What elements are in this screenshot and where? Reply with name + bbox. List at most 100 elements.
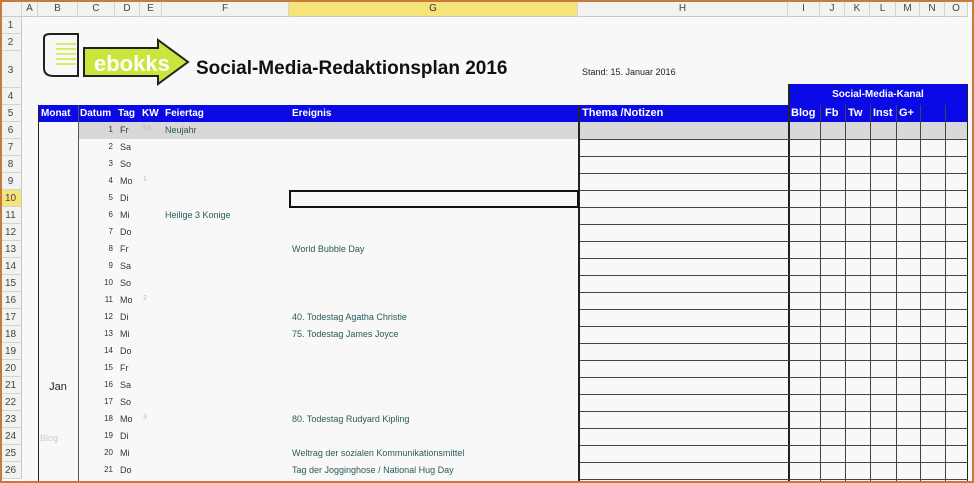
ereignis-cell: 80. Todestag Rudyard Kipling [292, 414, 410, 424]
column-header-N[interactable]: N [920, 0, 945, 17]
ereignis-cell: Weltrag der sozialen Kommunikationsmitte… [292, 448, 465, 458]
datum-cell: 5 [108, 193, 113, 202]
grid-line [580, 258, 968, 259]
tag-cell: So [120, 159, 132, 169]
tag-cell: Sa [120, 380, 132, 390]
grid-line [820, 105, 821, 483]
tag-cell: Di [120, 431, 129, 441]
header-thema-label: Thema /Notizen [582, 107, 664, 119]
row-header-18[interactable]: 18 [0, 326, 22, 343]
grid-line [578, 105, 580, 483]
row-header-5[interactable]: 5 [0, 105, 22, 122]
grid-line [580, 139, 968, 140]
column-header-H[interactable]: H [578, 0, 788, 17]
selected-cell-G10[interactable] [289, 190, 579, 208]
tag-cell: Fr [120, 363, 129, 373]
row-header-20[interactable]: 20 [0, 360, 22, 377]
grid-line [580, 292, 968, 293]
row-header-25[interactable]: 25 [0, 445, 22, 462]
row-header-23[interactable]: 23 [0, 411, 22, 428]
column-header-F[interactable]: F [162, 0, 289, 17]
datum-cell: 18 [104, 414, 113, 423]
grid-line [580, 156, 968, 157]
grid-line [845, 105, 846, 483]
row-header-2[interactable]: 2 [0, 34, 22, 51]
tag-cell: Di [120, 193, 129, 203]
column-header-E[interactable]: E [140, 0, 162, 17]
row-header-7[interactable]: 7 [0, 139, 22, 156]
header-feiertag: Feiertag [165, 108, 204, 119]
column-header-C[interactable]: C [78, 0, 115, 17]
logo: ebokks [40, 32, 190, 88]
datum-cell: 12 [104, 312, 113, 321]
row-header-1[interactable]: 1 [0, 17, 22, 34]
column-header-B[interactable]: B [38, 0, 78, 17]
select-all-corner[interactable] [0, 0, 22, 17]
row-header-13[interactable]: 13 [0, 241, 22, 258]
datum-cell: 16 [104, 380, 113, 389]
row-header-15[interactable]: 15 [0, 275, 22, 292]
month-label: Jan [49, 381, 67, 393]
grid-line [580, 207, 968, 208]
datum-cell: 7 [108, 227, 113, 236]
datum-cell: 1 [108, 125, 113, 134]
tag-cell: Do [120, 465, 132, 475]
row-header-26[interactable]: 26 [0, 462, 22, 479]
row-header-17[interactable]: 17 [0, 309, 22, 326]
grid-line [580, 309, 968, 310]
tag-cell: Sa [120, 142, 132, 152]
column-header-L[interactable]: L [870, 0, 896, 17]
row-header-14[interactable]: 14 [0, 258, 22, 275]
row-header-24[interactable]: 24 [0, 428, 22, 445]
row-header-11[interactable]: 11 [0, 207, 22, 224]
row-header-8[interactable]: 8 [0, 156, 22, 173]
row-header-19[interactable]: 19 [0, 343, 22, 360]
tag-cell: Di [120, 312, 129, 322]
tag-cell: Mi [120, 448, 130, 458]
datum-cell: 15 [104, 363, 113, 372]
grid-line [580, 411, 968, 412]
row-header-4[interactable]: 4 [0, 88, 22, 105]
column-header-M[interactable]: M [896, 0, 920, 17]
feiertag-cell: Heilige 3 Konige [165, 210, 231, 220]
row-header-16[interactable]: 16 [0, 292, 22, 309]
column-header-K[interactable]: K [845, 0, 870, 17]
datum-cell: 2 [108, 142, 113, 151]
stand-date: Stand: 15. Januar 2016 [582, 67, 676, 77]
datum-cell: 21 [104, 465, 113, 474]
header-tw: Tw [848, 107, 863, 119]
row-header-6[interactable]: 6 [0, 122, 22, 139]
header-datum: Datum [80, 108, 112, 119]
datum-cell: 13 [104, 329, 113, 338]
tag-cell: Do [120, 227, 132, 237]
column-header-G[interactable]: G [289, 0, 578, 17]
datum-cell: 17 [104, 397, 113, 406]
tag-cell: Fr [120, 244, 129, 254]
header-ereignis: Ereignis [292, 108, 332, 119]
highlight-row-holiday-right [580, 122, 968, 139]
column-header-J[interactable]: J [820, 0, 845, 17]
row-header-21[interactable]: 21 [0, 377, 22, 394]
column-header-A[interactable]: A [22, 0, 38, 17]
grid-line [788, 84, 790, 483]
column-header-O[interactable]: O [945, 0, 968, 17]
tag-cell: Mi [120, 210, 130, 220]
row-header-10[interactable]: 10 [0, 190, 22, 207]
grid-line [580, 462, 968, 463]
kw-cell: 3 [143, 414, 147, 421]
header-fb: Fb [825, 107, 839, 119]
tag-cell: Mo [120, 295, 133, 305]
row-header-3[interactable]: 3 [0, 51, 22, 88]
header-row-left: Monat Datum Tag KW Feiertag Ereignis [38, 105, 578, 122]
tag-cell: Mo [120, 176, 133, 186]
row-header-9[interactable]: 9 [0, 173, 22, 190]
column-header-D[interactable]: D [115, 0, 140, 17]
datum-cell: 3 [108, 159, 113, 168]
faded-label: Blog [40, 433, 59, 443]
row-header-12[interactable]: 12 [0, 224, 22, 241]
ereignis-cell: Tag der Jogginghose / National Hug Day [292, 465, 454, 475]
header-thema: Thema /Notizen [580, 105, 788, 122]
column-header-I[interactable]: I [788, 0, 820, 17]
row-header-22[interactable]: 22 [0, 394, 22, 411]
grid-line [78, 105, 79, 483]
